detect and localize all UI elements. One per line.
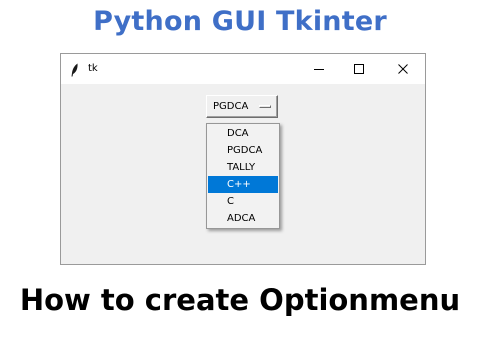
menu-item-c[interactable]: C — [208, 193, 278, 210]
menu-item-cpp[interactable]: C++ — [208, 176, 278, 193]
maximize-icon — [354, 64, 364, 74]
menu-item-tally[interactable]: TALLY — [208, 159, 278, 176]
option-menu-selected-value: PGDCA — [213, 101, 249, 112]
maximize-button[interactable] — [337, 54, 381, 84]
option-menu-dropdown: DCA PGDCA TALLY C++ C ADCA — [206, 123, 280, 229]
minimize-icon — [314, 69, 324, 70]
window-titlebar[interactable]: tk — [61, 54, 425, 84]
close-button[interactable] — [381, 54, 425, 84]
menu-item-dca[interactable]: DCA — [208, 125, 278, 142]
menu-item-pgdca[interactable]: PGDCA — [208, 142, 278, 159]
option-menu-indicator-icon — [259, 105, 271, 108]
window-title: tk — [88, 63, 98, 74]
caption-text: How to create Optionmenu — [19, 283, 461, 317]
option-menu-button[interactable]: PGDCA — [206, 95, 278, 118]
tk-window: tk PGDCA DCA PGDCA TALLY C++ C ADCA — [60, 53, 426, 265]
feather-icon — [71, 62, 79, 77]
banner-title: Python GUI Tkinter — [93, 6, 387, 37]
minimize-button[interactable] — [297, 54, 341, 84]
menu-item-adca[interactable]: ADCA — [208, 210, 278, 227]
close-icon — [398, 64, 408, 74]
